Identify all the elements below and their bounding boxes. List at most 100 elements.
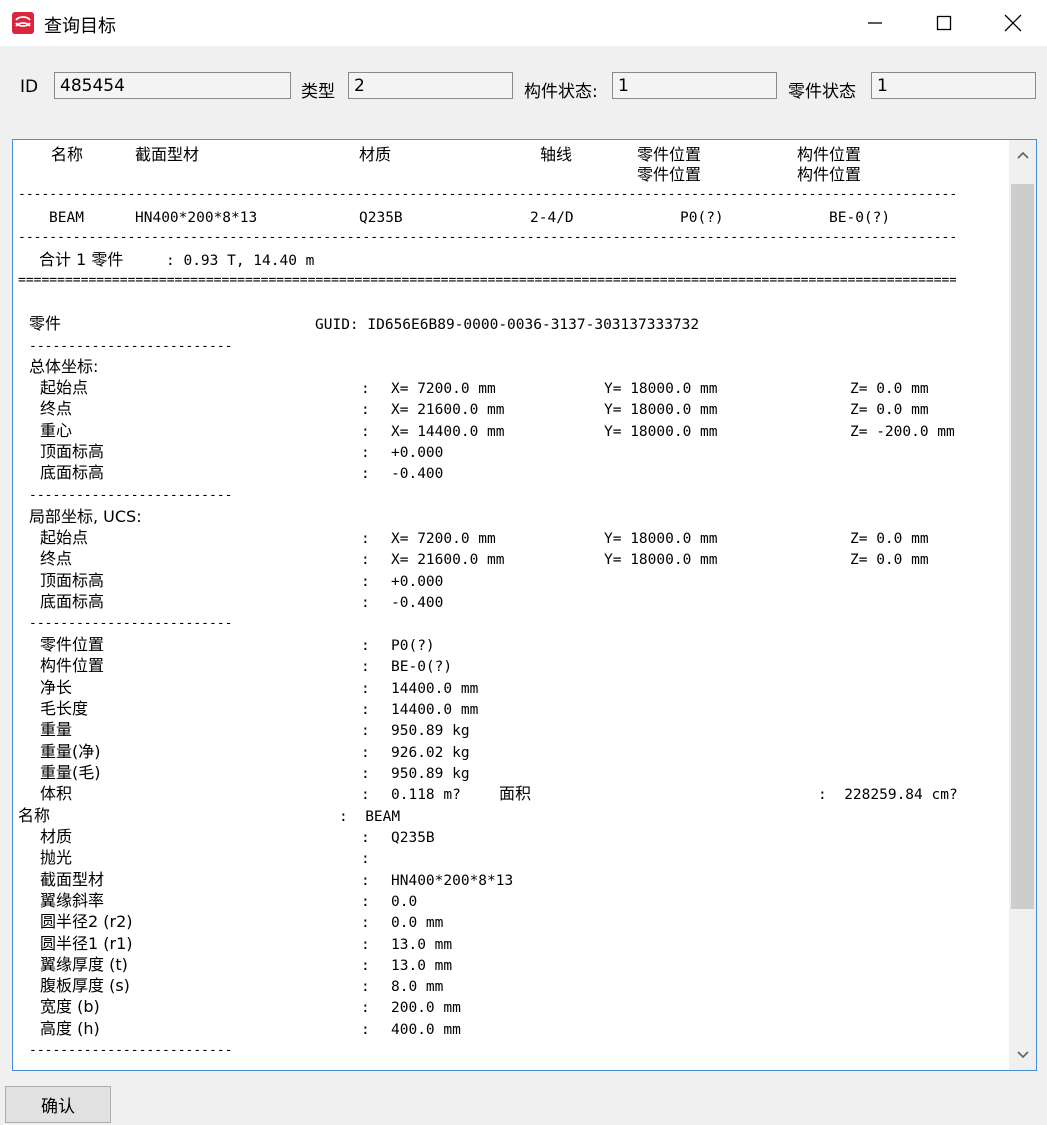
part-status-field[interactable]: 1 (871, 72, 1036, 99)
maximize-button[interactable] (909, 0, 978, 46)
sep: : (361, 701, 370, 718)
col-assembly-pos-2: 构件位置 (797, 165, 862, 184)
confirm-button[interactable]: 确认 (5, 1086, 111, 1123)
prop-label: 腹板厚度 (s) (40, 976, 130, 996)
prop-value: 926.02 kg (391, 744, 470, 761)
app-logo-icon (12, 12, 34, 34)
volume-value: 0.118 m? (391, 787, 461, 803)
prop-label: 重量 (40, 720, 73, 740)
prop-value: 0.0 (391, 893, 418, 910)
prop-label: 翼缘厚度 (t) (40, 954, 128, 974)
prop-value: 8.0 mm (391, 979, 444, 996)
coord-x: +0.000 (391, 573, 444, 590)
scroll-thumb[interactable] (1011, 184, 1034, 909)
coord-y: Y= 18000.0 mm (604, 552, 718, 569)
row-axis: 2-4/D (530, 210, 574, 226)
type-label: 类型 (301, 82, 335, 102)
maximize-icon (936, 15, 951, 31)
close-button[interactable] (978, 0, 1047, 46)
local-coords-title: 局部坐标, UCS: (29, 507, 142, 526)
coord-z: Z= 0.0 mm (850, 381, 929, 397)
prop-label: 截面型材 (40, 869, 105, 889)
sep: : (361, 830, 370, 846)
prop-value: BE-0(?) (391, 659, 453, 676)
coord-label: 终点 (40, 549, 73, 569)
sep: : (361, 851, 370, 868)
coord-label: 终点 (40, 399, 73, 419)
row-name: BEAM (49, 210, 84, 226)
report-panel[interactable]: 名称 截面型材 材质 轴线 零件位置 零件位置 构件位置 构件位置 ------… (12, 139, 1037, 1071)
divider: ------------------------------ (29, 1046, 231, 1056)
prop-label: 抛光 (40, 848, 73, 868)
coord-z: Z= 0.0 mm (850, 402, 929, 419)
sep: : (361, 872, 370, 889)
prop-label: 重量(毛) (40, 762, 101, 782)
coord-z: Z= -200.0 mm (850, 423, 955, 440)
coord-label: 顶面标高 (40, 570, 105, 590)
sep: : (361, 744, 370, 761)
sep: : (361, 552, 370, 569)
prop-value: 200.0 mm (391, 1000, 461, 1017)
coord-x: X= 14400.0 mm (391, 423, 505, 440)
coord-y: Y= 18000.0 mm (604, 381, 718, 397)
total-label: 合计 1 零件 (39, 250, 124, 269)
global-coords-title: 总体坐标: (29, 357, 99, 376)
prop-value: 950.89 kg (391, 765, 470, 782)
prop-label: 重量(净) (40, 741, 101, 761)
coord-y: Y= 18000.0 mm (604, 402, 718, 419)
prop-label: 零件位置 (40, 635, 105, 654)
divider: ----------------------------------------… (18, 190, 956, 200)
sep: : (361, 402, 370, 419)
prop-value: HN400*200*8*13 (391, 872, 514, 889)
col-assembly-pos: 构件位置 (797, 145, 862, 164)
sep: : (361, 723, 370, 740)
chevron-down-icon (1016, 1051, 1029, 1059)
prop-label: 高度 (h) (40, 1018, 100, 1038)
coord-x: X= 21600.0 mm (391, 552, 505, 569)
prop-value: 950.89 kg (391, 723, 470, 740)
prop-value: 13.0 mm (391, 936, 453, 953)
scroll-down-button[interactable] (1009, 1040, 1036, 1070)
col-name: 名称 (51, 145, 84, 164)
prop-label: 翼缘斜率 (40, 890, 105, 910)
prop-value: 14400.0 mm (391, 680, 479, 697)
type-field[interactable]: 2 (348, 72, 513, 99)
divider: ------------------------------ (29, 491, 231, 501)
prop-label: 毛长度 (40, 698, 89, 718)
prop-value: 0.0 mm (391, 915, 444, 932)
scroll-up-button[interactable] (1009, 140, 1036, 170)
id-label: ID (20, 77, 39, 97)
sep: : (361, 594, 370, 611)
area-value: : 228259.84 cm? (818, 787, 958, 803)
sep: : (361, 638, 370, 654)
prop-value: Q235B (391, 830, 435, 846)
id-field[interactable]: 485454 (54, 72, 291, 99)
coord-z: Z= 0.0 mm (850, 531, 929, 547)
coord-label: 起始点 (40, 378, 89, 397)
coord-label: 底面标高 (40, 463, 105, 483)
vertical-scrollbar[interactable] (1009, 140, 1036, 1070)
window-title: 查询目标 (44, 16, 116, 37)
coord-x: X= 7200.0 mm (391, 381, 496, 397)
close-icon (1004, 14, 1021, 32)
col-profile: 截面型材 (135, 145, 200, 164)
sep: : (361, 979, 370, 996)
coord-x: X= 21600.0 mm (391, 402, 505, 419)
prop-label: 圆半径1 (r1) (40, 933, 133, 953)
prop-value: 14400.0 mm (391, 701, 479, 718)
sep: : (361, 573, 370, 590)
divider: ------------------------------ (29, 342, 231, 352)
minimize-button[interactable] (840, 0, 909, 46)
sep: : (361, 765, 370, 782)
divider: ------------------------------ (29, 619, 231, 629)
sep: : (361, 893, 370, 910)
sep: : (361, 531, 370, 547)
assembly-status-field[interactable]: 1 (612, 72, 777, 99)
row-part-pos: P0(?) (680, 210, 724, 226)
prop-value: 13.0 mm (391, 957, 453, 974)
col-part-pos-2: 零件位置 (637, 165, 702, 184)
prop-value: P0(?) (391, 638, 435, 654)
guid: GUID: ID656E6B89-0000-0036-3137-30313733… (315, 317, 700, 333)
col-part-pos: 零件位置 (637, 145, 702, 164)
col-axis: 轴线 (540, 145, 573, 164)
